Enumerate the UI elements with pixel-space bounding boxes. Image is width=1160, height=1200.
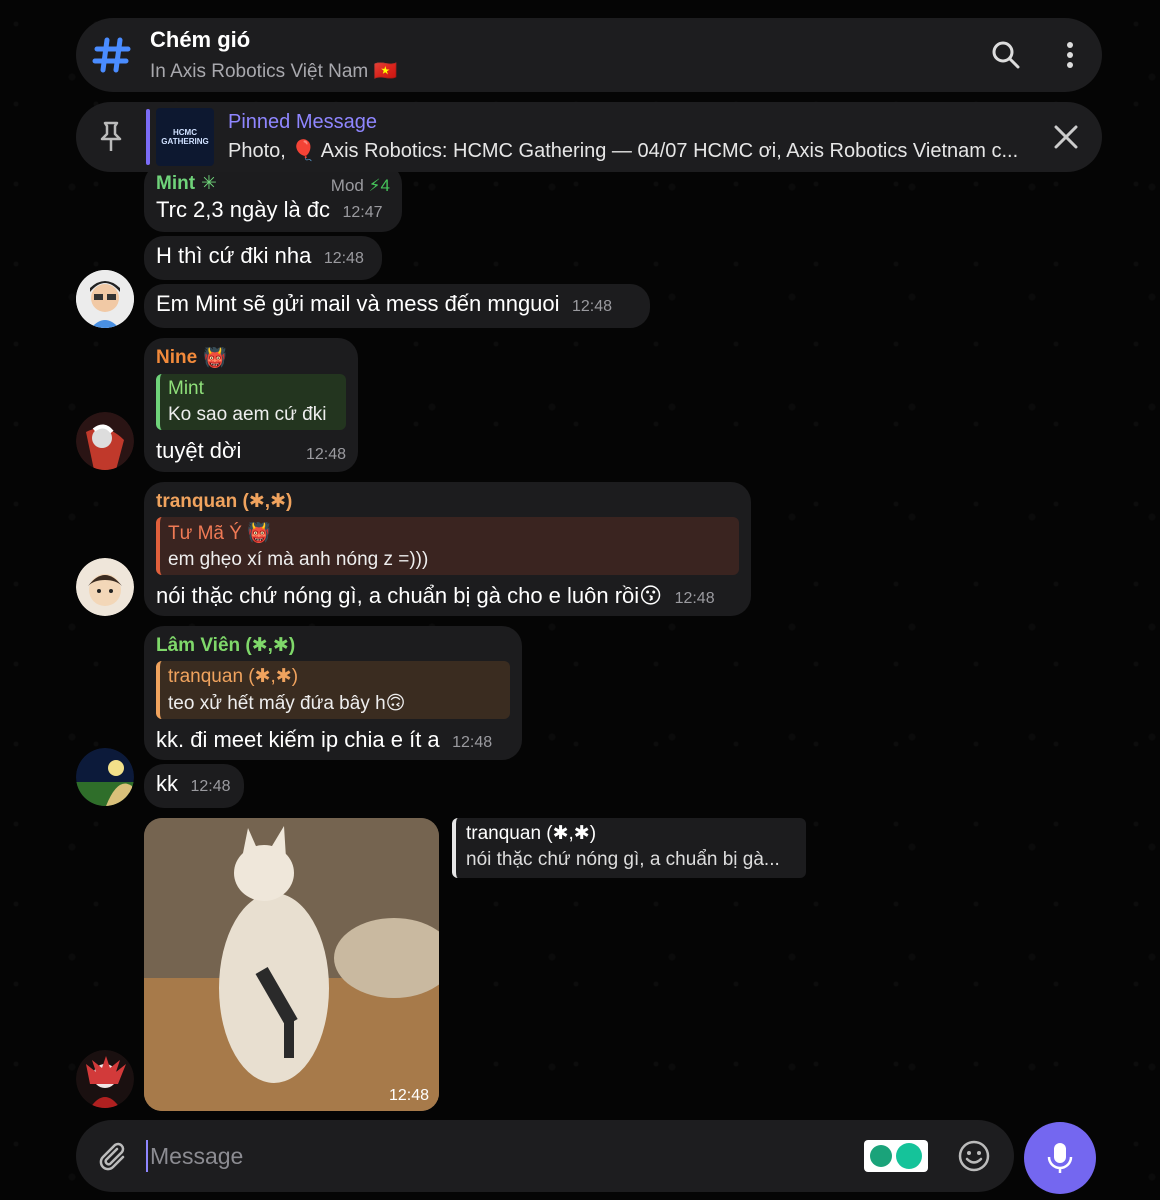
pin-accent-bar (146, 109, 150, 165)
reply-text: nói thặc chứ nóng gì, a chuẩn bị gà... (466, 849, 780, 870)
kebab-menu-icon (1067, 42, 1073, 68)
message-time: 12:47 (342, 204, 383, 221)
boost-icon: ⚡ (368, 176, 381, 195)
reply-name: tranquan (✱,✱) (466, 823, 597, 844)
grammarly-widget[interactable] (864, 1140, 928, 1172)
sender-name: Lâm Viên (✱,✱) (156, 634, 510, 657)
message-time: 12:48 (388, 1087, 429, 1104)
reply-name: Mint (168, 378, 204, 399)
pinned-thumbnail: HCMC GATHERING (156, 108, 214, 166)
cat-photo-image (144, 818, 439, 1111)
message-time: 12:48 (190, 778, 231, 795)
reply-reference[interactable]: tranquan (✱,✱) nói thặc chứ nóng gì, a c… (452, 818, 806, 878)
message-composer (76, 1120, 1014, 1192)
avatar-lamvien[interactable] (76, 748, 134, 806)
sender-name: Nine 👹 (156, 346, 346, 370)
microphone-icon (1047, 1143, 1073, 1173)
reply-quote[interactable]: Tư Mã Ý 👹 em ghẹo xí mà anh nóng z =))) (156, 517, 739, 575)
lightbulb-icon (870, 1145, 892, 1167)
message-text: nói thặc chứ nóng gì, a chuẩn bị gà cho … (156, 583, 663, 608)
devil-emoji-icon: 👹 (247, 523, 271, 544)
more-menu-button[interactable] (1038, 23, 1102, 87)
message-bubble-nine[interactable]: Nine 👹 Mint Ko sao aem cứ đki tuyệt dời … (144, 338, 358, 472)
message-time: 12:48 (674, 590, 715, 607)
message-time: 12:48 (452, 734, 493, 751)
message-bubble-tranquan[interactable]: tranquan (✱,✱) Tư Mã Ý 👹 em ghẹo xí mà a… (144, 482, 751, 616)
thumb-text-2: GATHERING (161, 137, 209, 146)
hashtag-icon (86, 29, 138, 81)
reply-name-row: Tư Mã Ý 👹 (168, 521, 731, 545)
message-text: kk. đi meet kiếm ip chia e ít a (156, 727, 440, 752)
reply-text: Ko sao aem cứ đki (168, 404, 327, 425)
message-text: Trc 2,3 ngày là đc (156, 197, 331, 222)
grammarly-icon (896, 1143, 922, 1169)
message-bubble-lamvien[interactable]: Lâm Viên (✱,✱) tranquan (✱,✱) teo xử hết… (144, 626, 522, 760)
avatar-sender[interactable] (76, 1050, 134, 1108)
sender-name-text: Lâm Viên (✱,✱) (156, 635, 296, 656)
reply-quote[interactable]: Mint Ko sao aem cứ đki (156, 374, 346, 430)
pin-icon (76, 120, 146, 154)
attach-button[interactable] (76, 1140, 146, 1172)
avatar-nine[interactable] (76, 412, 134, 470)
reply-text: teo xử hết mấy đứa bây h🙃 (168, 693, 406, 714)
message-bubble[interactable]: kk 12:48 (144, 764, 244, 808)
reply-name: tranquan (✱,✱) (168, 666, 299, 687)
chat-title: Chém gió (150, 27, 251, 52)
sender-name: tranquan (✱,✱) (156, 490, 739, 513)
message-time: 12:48 (305, 446, 346, 463)
sparkle-emoji-icon: ✳ (201, 173, 217, 194)
message-bubble-mint[interactable]: Mint ✳ Mod ⚡4 Trc 2,3 ngày là đc 12:47 (144, 164, 402, 232)
message-input[interactable] (146, 1140, 864, 1172)
reply-quote[interactable]: tranquan (✱,✱) teo xử hết mấy đứa bây h🙃 (156, 661, 510, 719)
message-time: 12:48 (323, 250, 364, 267)
thumb-text-1: HCMC (173, 128, 197, 137)
search-icon (992, 41, 1020, 69)
avatar-mint[interactable] (76, 270, 134, 328)
mod-badge: Mod ⚡4 (331, 176, 390, 196)
message-time: 12:48 (572, 298, 613, 315)
message-text: tuyệt dời (156, 438, 242, 463)
boost-count: 4 (380, 176, 390, 195)
paperclip-icon (99, 1142, 125, 1171)
sender-name-text: Nine (156, 347, 198, 368)
pinned-label: Pinned Message (228, 111, 377, 133)
pinned-message-bar[interactable]: HCMC GATHERING Pinned Message Photo, 🎈 A… (76, 102, 1102, 172)
sender-name-text: Mint (156, 172, 196, 194)
emoji-button[interactable] (944, 1139, 1004, 1173)
close-pinned-button[interactable] (1030, 124, 1102, 150)
reply-name: Tư Mã Ý (168, 523, 242, 544)
message-text: Em Mint sẽ gửi mail và mess đến mnguoi (156, 291, 560, 316)
devil-emoji-icon: 👹 (203, 348, 227, 369)
message-bubble[interactable]: H thì cứ đki nha 12:48 (144, 236, 382, 280)
pinned-preview: Photo, 🎈 Axis Robotics: HCMC Gathering —… (228, 140, 1019, 162)
reply-text: em ghẹo xí mà anh nóng z =))) (168, 549, 429, 570)
chat-subtitle: In Axis Robotics Việt Nam 🇻🇳 (150, 61, 398, 82)
voice-record-button[interactable] (1024, 1122, 1096, 1194)
smiley-icon (958, 1140, 990, 1172)
avatar-tranquan[interactable] (76, 558, 134, 616)
message-text: kk (156, 771, 178, 796)
chat-header[interactable]: Chém gió In Axis Robotics Việt Nam 🇻🇳 (76, 18, 1102, 92)
sender-name-text: tranquan (✱,✱) (156, 491, 293, 512)
message-text: H thì cứ đki nha (156, 243, 312, 268)
close-icon (1054, 125, 1078, 149)
message-bubble[interactable]: Em Mint sẽ gửi mail và mess đến mnguoi 1… (144, 284, 650, 328)
photo-message-cat[interactable]: 12:48 (144, 818, 439, 1111)
search-button[interactable] (974, 23, 1038, 87)
mod-label: Mod (330, 176, 364, 195)
